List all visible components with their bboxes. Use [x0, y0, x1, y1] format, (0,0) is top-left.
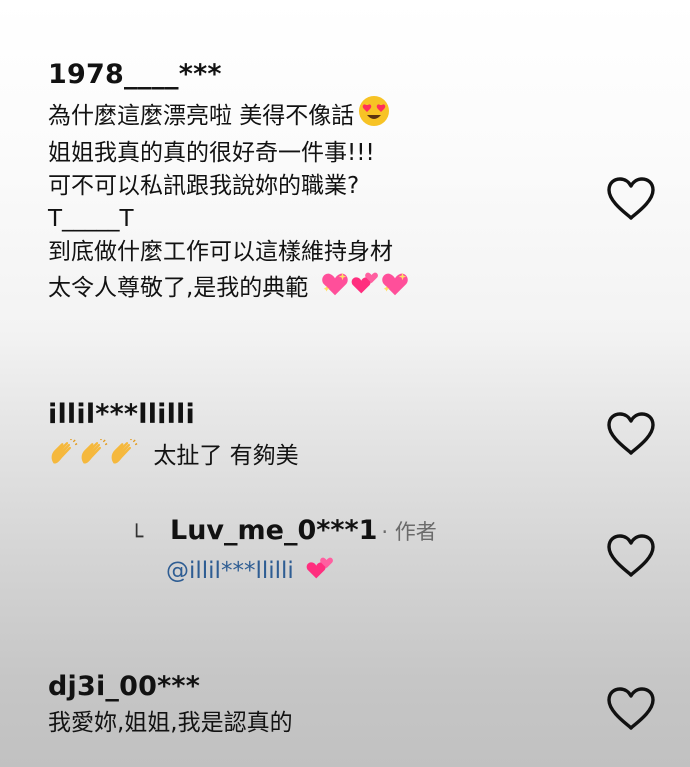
- sparkling-heart-emoji-icon: [320, 269, 350, 309]
- like-button[interactable]: [605, 410, 657, 458]
- comment-text-line: 太令人尊敬了,是我的典範: [48, 269, 690, 309]
- reply-username[interactable]: Luv_me_0***1: [170, 515, 377, 546]
- two-hearts-emoji-icon: [305, 554, 335, 588]
- reply-text-line: @illil***llilli: [166, 554, 335, 588]
- like-button[interactable]: [605, 685, 657, 733]
- two-hearts-emoji-icon: [350, 269, 380, 309]
- comment-text-line: 太扯了 有夠美: [48, 438, 690, 479]
- reply-header: Luv_me_0***1 · 作者: [170, 515, 437, 546]
- heart-eyes-emoji-icon: [358, 95, 390, 137]
- sparkling-heart-emoji-icon: [380, 269, 410, 309]
- comment-text-line: 為什麼這麼漂亮啦 美得不像話: [48, 95, 690, 137]
- comment-4: dj3i_00*** 我愛妳,姐姐,我是認真的: [48, 670, 690, 740]
- comment-text-line: 可不可以私訊跟我說妳的職業?: [48, 173, 360, 199]
- mention-link[interactable]: @illil***llilli: [166, 558, 294, 584]
- heart-outline-icon: [607, 412, 655, 455]
- like-button[interactable]: [605, 532, 657, 580]
- heart-outline-icon: [607, 177, 655, 220]
- comment-2: illil***llilli 太扯了 有夠美: [48, 398, 690, 479]
- comments-screen: { "comments": [ { "username": "1978____*…: [0, 0, 690, 767]
- clapping-hands-emoji-icon: [108, 438, 138, 479]
- heart-outline-icon: [607, 534, 655, 577]
- comment-text-line: 姐姐我真的真的很好奇一件事!!!: [48, 140, 375, 166]
- author-tag: · 作者: [381, 520, 437, 544]
- heart-outline-icon: [607, 687, 655, 730]
- comment-text-line: 我愛妳,姐姐,我是認真的: [48, 710, 293, 736]
- like-button[interactable]: [605, 175, 657, 223]
- comment-1: 1978____*** 為什麼這麼漂亮啦 美得不像話 姐姐我真的真的很好奇一件事…: [48, 58, 690, 309]
- comment-username[interactable]: illil***llilli: [48, 398, 690, 432]
- comment-text-line: 到底做什麼工作可以這樣維持身材: [48, 239, 393, 265]
- clapping-hands-emoji-icon: [78, 438, 108, 479]
- reply-arrow-icon: └: [130, 525, 144, 550]
- comment-text-line: T_____T: [48, 206, 134, 232]
- comment-username[interactable]: 1978____***: [48, 58, 690, 92]
- clapping-hands-emoji-icon: [48, 438, 78, 479]
- comment-username[interactable]: dj3i_00***: [48, 670, 690, 704]
